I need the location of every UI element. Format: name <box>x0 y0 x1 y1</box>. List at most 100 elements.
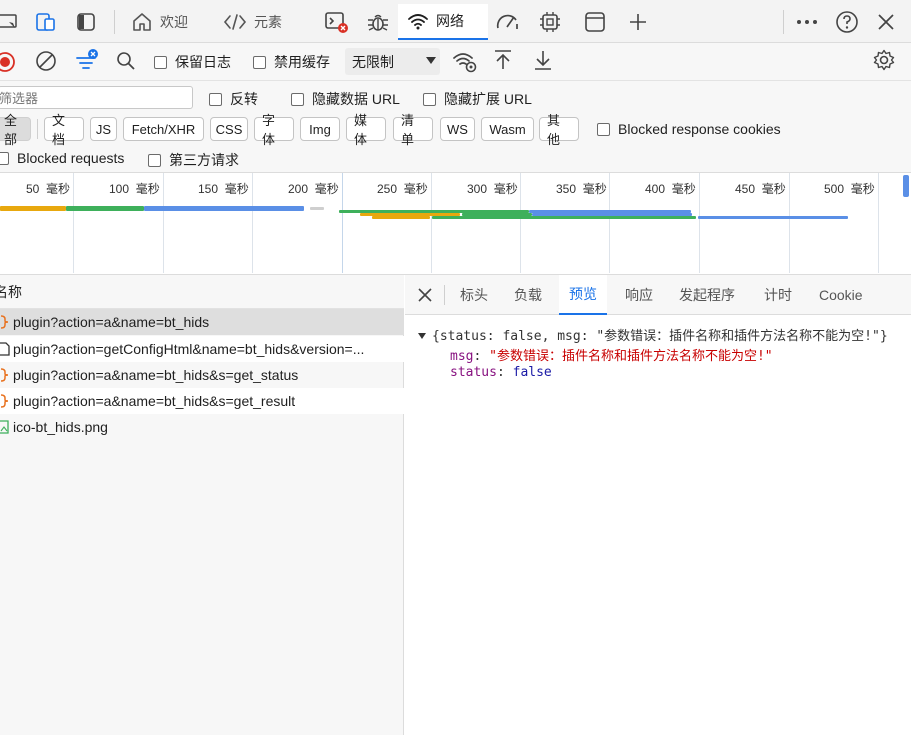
settings-gear-icon[interactable] <box>873 49 895 74</box>
timeline-overview[interactable]: 50 毫秒 100 毫秒 150 毫秒 200 毫秒 250 毫秒 300 毫秒… <box>0 173 911 275</box>
timeline-gridline <box>252 173 253 273</box>
record-icon[interactable] <box>0 51 16 76</box>
filter-type-all[interactable]: 全部 <box>0 113 31 147</box>
json-status-line: status: false <box>450 365 552 380</box>
filter-type-css[interactable]: CSS <box>210 117 248 141</box>
cpu-icon[interactable] <box>536 8 564 36</box>
table-row[interactable]: plugin?action=getConfigHtml&name=bt_hids… <box>0 336 404 362</box>
json-key: status <box>450 365 497 380</box>
checkbox-box[interactable] <box>423 92 436 106</box>
checkbox-box[interactable] <box>154 55 167 69</box>
more-icon[interactable] <box>793 8 821 36</box>
filter-type-ws[interactable]: WS <box>440 117 475 141</box>
devtools-toolbar: 欢迎 元素 网络 <box>0 0 911 43</box>
hide-data-url-label: 隐藏数据 URL <box>312 91 400 107</box>
checkbox-box[interactable] <box>0 151 9 165</box>
json-msg-line: msg: "参数错误：插件名称和插件方法名称不能为空!" <box>450 349 773 364</box>
filter-type-wasm[interactable]: Wasm <box>481 117 534 141</box>
tab-elements[interactable]: 元素 <box>214 4 291 40</box>
throttling-select[interactable]: 无限制 <box>345 48 440 75</box>
third-party-requests-checkbox[interactable]: 第三方请求 <box>148 150 239 170</box>
table-row[interactable]: plugin?action=a&name=bt_hids&s=get_statu… <box>0 362 404 388</box>
disable-cache-label: 禁用缓存 <box>274 54 330 70</box>
table-row[interactable]: ico-bt_hids.png <box>0 414 404 440</box>
request-list: 名称 plugin?action=a&name=bt_hids plugin?a… <box>0 275 404 735</box>
invert-checkbox[interactable]: 反转 <box>209 89 258 109</box>
blocked-requests-checkbox[interactable]: Blocked requests <box>0 150 124 166</box>
blocked-response-cookies-checkbox[interactable]: Blocked response cookies <box>597 121 781 137</box>
timeline-bar-waiting <box>0 206 66 211</box>
tab-network[interactable]: 网络 <box>398 4 488 40</box>
expand-triangle-icon[interactable] <box>418 333 426 339</box>
tab-elements-label: 元素 <box>254 14 282 30</box>
checkbox-box[interactable] <box>148 153 161 167</box>
disable-cache-checkbox[interactable]: 禁用缓存 <box>253 52 330 72</box>
image-icon <box>0 420 13 434</box>
performance-icon[interactable] <box>494 8 522 36</box>
checkbox-box[interactable] <box>597 122 610 136</box>
application-icon[interactable] <box>581 8 609 36</box>
tab-headers[interactable]: 标头 <box>450 275 498 315</box>
export-har-icon[interactable] <box>533 49 553 74</box>
tab-payload[interactable]: 负载 <box>504 275 552 315</box>
search-icon[interactable] <box>116 51 136 74</box>
tab-welcome[interactable]: 欢迎 <box>122 4 197 40</box>
add-tab-icon[interactable] <box>624 8 652 36</box>
preserve-log-checkbox[interactable]: 保留日志 <box>154 52 231 72</box>
tab-response[interactable]: 响应 <box>615 275 663 315</box>
filter-input[interactable]: 筛选器 <box>0 86 193 109</box>
filter-type-font[interactable]: 字体 <box>254 113 294 147</box>
close-icon[interactable] <box>417 287 433 306</box>
console-error-icon[interactable] <box>322 8 350 36</box>
table-row[interactable]: plugin?action=a&name=bt_hids&s=get_resul… <box>0 388 404 414</box>
filter-type-other[interactable]: 其他 <box>539 113 579 147</box>
throttling-value: 无限制 <box>352 53 394 70</box>
filter-toggle-icon[interactable] <box>74 48 102 77</box>
xhr-icon <box>0 315 13 329</box>
filter-type-doc[interactable]: 文档 <box>44 113 84 147</box>
preserve-log-label: 保留日志 <box>175 54 231 70</box>
checkbox-box[interactable] <box>209 92 222 106</box>
tab-timing[interactable]: 计时 <box>754 275 802 315</box>
tab-cookies[interactable]: Cookie <box>809 275 873 315</box>
checkbox-box[interactable] <box>291 92 304 106</box>
timeline-gridline <box>878 173 879 273</box>
hide-data-url-checkbox[interactable]: 隐藏数据 URL <box>291 89 400 109</box>
timeline-tick-label: 500 毫秒 <box>824 182 875 196</box>
network-conditions-icon[interactable] <box>452 50 478 77</box>
hide-extension-url-checkbox[interactable]: 隐藏扩展 URL <box>423 89 532 109</box>
document-icon <box>0 342 13 356</box>
help-icon[interactable] <box>833 8 861 36</box>
filter-type-js[interactable]: JS <box>90 117 117 141</box>
xhr-icon <box>0 368 13 382</box>
timeline-bar-request <box>144 206 304 211</box>
table-row[interactable]: plugin?action=a&name=bt_hids <box>0 309 404 335</box>
tab-network-label: 网络 <box>436 13 464 29</box>
tabs-divider <box>444 285 445 305</box>
timeline-tick-label: 350 毫秒 <box>556 182 607 196</box>
dock-sidebar-icon[interactable] <box>72 8 100 36</box>
tab-preview[interactable]: 预览 <box>559 275 607 315</box>
inspect-icon[interactable] <box>32 8 60 36</box>
checkbox-box[interactable] <box>253 55 266 69</box>
column-header-name[interactable]: 名称 <box>0 275 404 309</box>
filter-type-manifest[interactable]: 清单 <box>393 113 433 147</box>
tab-initiator[interactable]: 发起程序 <box>669 275 745 315</box>
close-icon[interactable] <box>872 8 900 36</box>
bug-icon[interactable] <box>364 8 392 36</box>
import-har-icon[interactable] <box>493 49 513 74</box>
timeline-gridline <box>789 173 790 273</box>
json-summary-line[interactable]: {status: false, msg: "参数错误：插件名称和插件方法名称不能… <box>418 325 911 344</box>
clear-icon[interactable] <box>35 50 57 75</box>
filter-type-media[interactable]: 媒体 <box>346 113 386 147</box>
filter-type-fetch-xhr[interactable]: Fetch/XHR <box>123 117 204 141</box>
device-emulation-icon[interactable] <box>0 8 22 36</box>
wifi-icon <box>408 14 428 30</box>
request-detail-panel: 标头 负载 预览 响应 发起程序 计时 Cookie {status: fals… <box>405 275 911 735</box>
timeline-tick-label: 100 毫秒 <box>109 182 160 196</box>
third-party-requests-label: 第三方请求 <box>169 152 239 168</box>
invert-label: 反转 <box>230 91 258 107</box>
filter-type-img[interactable]: Img <box>300 117 340 141</box>
code-icon <box>223 14 247 30</box>
timeline-range-handle[interactable] <box>903 175 909 197</box>
